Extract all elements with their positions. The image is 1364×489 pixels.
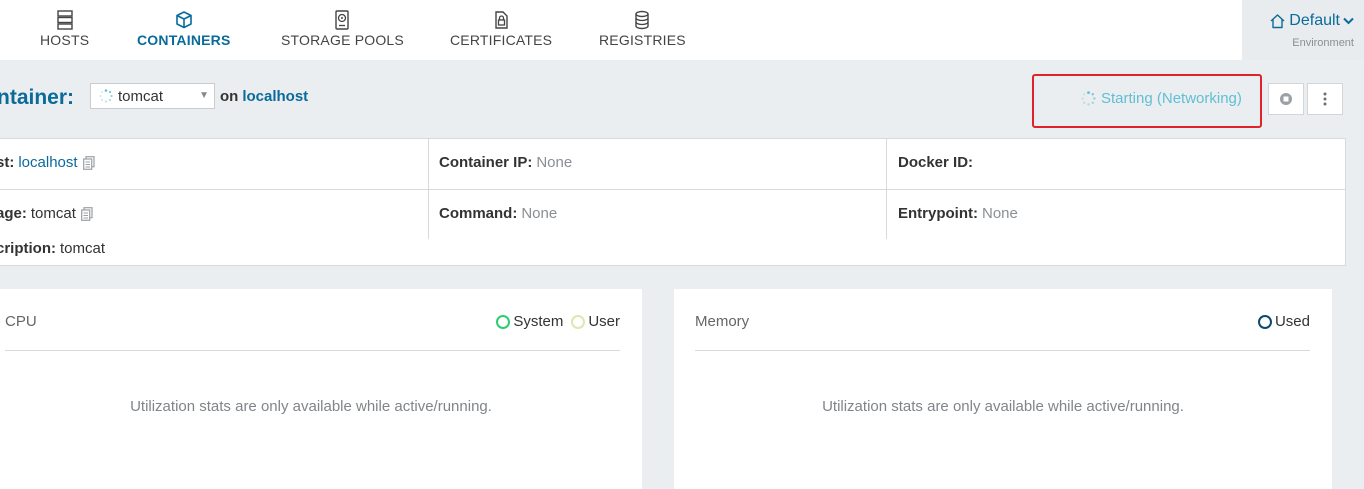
cpu-legend: System User [496, 313, 620, 330]
entrypoint-label: Entrypoint: [898, 205, 978, 222]
nav-hosts-label: HOSTS [40, 32, 90, 48]
description-cell: cription: tomcat [0, 240, 105, 257]
legend-used-swatch [1257, 314, 1272, 329]
command-value: None [521, 205, 558, 222]
memory-panel-divider [695, 350, 1310, 351]
hard-drive-icon [335, 10, 350, 30]
container-state-label: Starting (Networking) [1101, 90, 1242, 107]
container-ip-cell: Container IP: None [439, 154, 572, 171]
image-value: tomcat [30, 205, 76, 222]
legend-user: User [571, 313, 620, 330]
memory-legend: Used [1257, 313, 1310, 330]
caret-down-icon: ▼ [199, 90, 209, 101]
cpu-panel-title: CPU [5, 313, 37, 330]
nav-registries[interactable]: REGISTRIES [599, 10, 686, 56]
nav-containers-label: CONTAINERS [137, 32, 231, 48]
spinner-icon [99, 89, 113, 103]
copy-icon[interactable] [82, 155, 95, 170]
memory-panel: Memory Used Utilization stats are only a… [674, 289, 1332, 489]
command-label: Command: [439, 205, 518, 222]
nav-certificates-label: CERTIFICATES [450, 32, 553, 48]
host-reference: on localhost [220, 88, 308, 105]
legend-system-swatch [496, 314, 511, 329]
column-divider [428, 139, 429, 239]
description-label: cription: [0, 240, 56, 257]
environment-caption: Environment [1292, 37, 1354, 49]
docker-id-cell: Docker ID: [898, 154, 977, 171]
top-nav: HOSTS CONTAINERS STORAGE POOLS CERTIFICA… [0, 0, 1364, 60]
environment-name[interactable]: Default [1269, 12, 1354, 30]
host-label: st: [0, 154, 15, 171]
environment-name-label: Default [1289, 12, 1340, 29]
chevron-down-icon [1343, 17, 1354, 25]
on-word: on [220, 88, 239, 105]
legend-system: System [496, 313, 563, 330]
legend-user-label: User [588, 313, 620, 330]
cpu-unavailable-message: Utilization stats are only available whi… [130, 398, 492, 415]
memory-unavailable-message: Utilization stats are only available whi… [822, 398, 1184, 415]
description-value: tomcat [60, 240, 106, 257]
cube-icon [175, 11, 192, 29]
server-icon [56, 10, 73, 30]
cpu-panel: CPU System User Utilization stats are on… [0, 289, 642, 489]
entrypoint-value: None [982, 205, 1018, 222]
host-value[interactable]: localhost [18, 154, 77, 171]
container-info-table: st: localhost Container IP: None Docker … [0, 138, 1346, 266]
entrypoint-cell: Entrypoint: None [898, 205, 1018, 222]
docker-id-label: Docker ID: [898, 154, 974, 171]
host-link[interactable]: localhost [242, 88, 308, 105]
stop-icon [1280, 93, 1292, 105]
more-actions-button[interactable] [1307, 83, 1343, 115]
memory-panel-title: Memory [695, 313, 750, 330]
column-divider [886, 139, 887, 239]
container-state: Starting (Networking) [1081, 90, 1242, 107]
kebab-menu-icon [1323, 92, 1327, 106]
cpu-panel-divider [5, 350, 620, 351]
container-ip-label: Container IP: [439, 154, 533, 171]
page-title: ntainer: [0, 86, 75, 109]
nav-hosts[interactable]: HOSTS [40, 10, 89, 56]
selected-container: tomcat [118, 87, 164, 105]
copy-icon[interactable] [80, 206, 93, 221]
legend-used: Used [1257, 313, 1310, 330]
stop-button[interactable] [1268, 83, 1304, 115]
nav-storage-pools[interactable]: STORAGE POOLS [281, 10, 404, 56]
certificate-icon [495, 11, 508, 29]
database-icon [635, 10, 650, 30]
legend-used-label: Used [1274, 313, 1310, 330]
home-icon [1270, 14, 1285, 29]
legend-user-swatch [571, 314, 586, 329]
image-cell: age: tomcat [0, 205, 93, 222]
environment-switcher[interactable]: Default Environment [1242, 0, 1364, 60]
nav-storage-pools-label: STORAGE POOLS [281, 32, 404, 48]
container-select[interactable]: tomcat ▼ [90, 83, 215, 109]
command-cell: Command: None [439, 205, 557, 222]
spinner-icon [1081, 91, 1096, 106]
legend-system-label: System [513, 313, 564, 330]
host-cell: st: localhost [0, 154, 95, 171]
nav-containers[interactable]: CONTAINERS [137, 10, 231, 56]
nav-certificates[interactable]: CERTIFICATES [450, 10, 552, 56]
image-label: age: [0, 205, 27, 222]
container-ip-value: None [536, 154, 573, 171]
row-divider [0, 189, 1345, 190]
nav-registries-label: REGISTRIES [599, 32, 686, 48]
